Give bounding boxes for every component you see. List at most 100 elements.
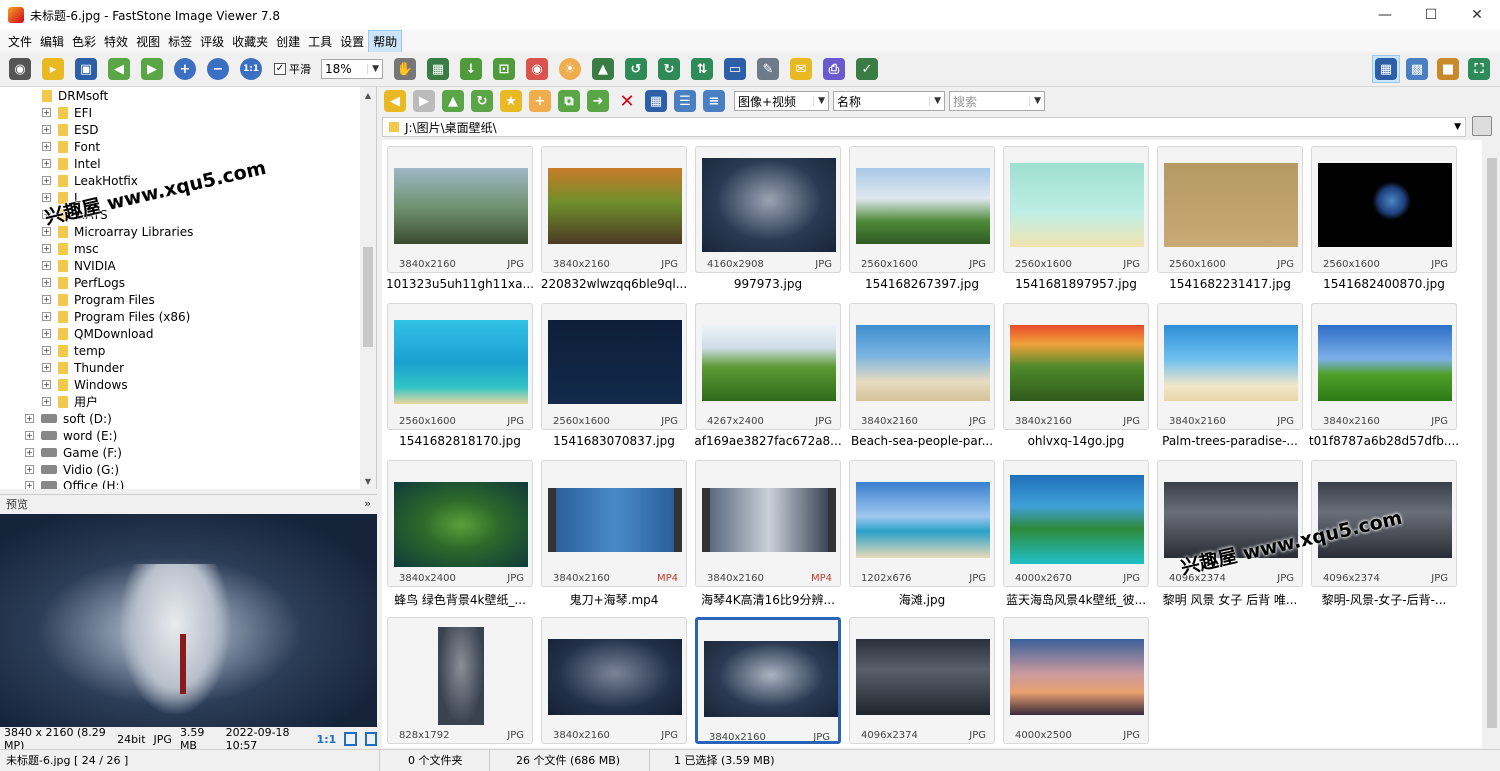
thumbnail-item[interactable]: 2560x1600 JPG 1541682231417.jpg [1157, 146, 1303, 291]
favorites-button[interactable]: ★ [498, 87, 524, 115]
thumbnail-card[interactable]: 3840x2160 JPG [1003, 303, 1149, 430]
print-button[interactable]: ⎙ [820, 55, 848, 83]
thumbnail-item[interactable]: 2560x1600 JPG 1541683070837.jpg [541, 303, 687, 448]
view-thumbs-button[interactable]: ▦ [643, 87, 669, 115]
thumbnail-item[interactable]: 3840x2160 JPG Palm-trees-paradise-... [1157, 303, 1303, 448]
thumbnail-card[interactable]: 828x1792 JPG [387, 617, 533, 744]
hand-tool-button[interactable]: ✋ [391, 55, 419, 83]
tree-drive[interactable]: + soft (D:) [25, 410, 112, 427]
tree-drive[interactable]: + Vidio (G:) [25, 461, 119, 478]
thumbnail-card[interactable]: 3840x2160 JPG [849, 303, 995, 430]
brightness-button[interactable]: ☀ [556, 55, 584, 83]
layout-preview-button[interactable]: ▩ [1403, 55, 1431, 83]
expand-icon[interactable]: + [42, 193, 51, 202]
expand-icon[interactable]: + [42, 329, 51, 338]
recycle-bin-icon[interactable] [1472, 116, 1492, 136]
expand-icon[interactable]: + [42, 244, 51, 253]
thumbnail-card[interactable]: 2560x1600 JPG [541, 303, 687, 430]
expand-icon[interactable]: + [25, 414, 34, 423]
forward-button[interactable]: ▶ [411, 87, 437, 115]
thumbnail-card[interactable]: 2560x1600 JPG [1157, 146, 1303, 273]
wallpaper-button[interactable]: ▭ [721, 55, 749, 83]
expand-icon[interactable]: + [25, 448, 34, 457]
expand-icon[interactable]: + [42, 142, 51, 151]
view-details-button[interactable]: ≡ [701, 87, 727, 115]
thumbnail-item[interactable]: 4096x2374 JPG [849, 617, 995, 748]
thumbnail-card[interactable]: 3840x2160 JPG [1311, 303, 1457, 430]
thumbnail-item[interactable]: 3840x2160 JPG [695, 617, 841, 748]
minimize-button[interactable]: — [1362, 0, 1408, 30]
expand-icon[interactable]: + [42, 346, 51, 355]
stamp-button[interactable]: ▲ [589, 55, 617, 83]
fullscreen-button[interactable]: ⛶ [1465, 55, 1493, 83]
next-button[interactable]: ▶ [138, 55, 166, 83]
thumbnail-item[interactable]: 3840x2160 JPG ohlvxq-14go.jpg [1003, 303, 1149, 448]
copy-to-button[interactable]: ⧉ [556, 87, 582, 115]
import-button[interactable]: ↓ [457, 55, 485, 83]
menu-rating[interactable]: 评级 [196, 31, 228, 52]
expand-icon[interactable]: + [42, 125, 51, 134]
thumbnail-item[interactable]: 3840x2160 MP4 海琴4K高清16比9分辨... [695, 460, 841, 607]
thumbnail-card[interactable]: 3840x2160 JPG [695, 617, 841, 744]
checklist-button[interactable]: ✓ [853, 55, 881, 83]
tree-item[interactable]: + Intel [42, 155, 101, 172]
expand-icon[interactable]: + [42, 312, 51, 321]
menu-color[interactable]: 色彩 [68, 31, 100, 52]
zoom-in-button[interactable]: + [171, 55, 199, 83]
actual-size-button[interactable]: 1:1 [237, 55, 265, 83]
thumbnail-item[interactable]: 2560x1600 JPG 154168267397.jpg [849, 146, 995, 291]
thumbnail-card[interactable]: 2560x1600 JPG [1003, 146, 1149, 273]
tree-item[interactable]: + temp [42, 342, 105, 359]
thumbnail-item[interactable]: 1202x676 JPG 海滩.jpg [849, 460, 995, 607]
tree-item[interactable]: + Windows [42, 376, 128, 393]
flip-button[interactable]: ⇅ [688, 55, 716, 83]
scroll-thumb[interactable] [1487, 158, 1497, 728]
fit-icon[interactable] [344, 732, 357, 746]
tree-drive[interactable]: + Office (H:) [25, 477, 124, 489]
thumbnail-card[interactable]: 3840x2400 JPG [387, 460, 533, 587]
menu-favorites[interactable]: 收藏夹 [228, 31, 272, 52]
thumbnail-item[interactable]: 3840x2160 JPG t01f8787a6b28d57dfb.... [1309, 303, 1459, 448]
thumbnail-item[interactable]: 2560x1600 JPG 1541681897957.jpg [1003, 146, 1149, 291]
fullscreen-preview-icon[interactable] [364, 732, 377, 746]
path-bar[interactable]: J:\图片\桌面壁纸\ ▼ [382, 117, 1466, 137]
open-folder-button[interactable]: ▸ [39, 55, 67, 83]
tree-item[interactable]: + QMDownload [42, 325, 153, 342]
sort-select[interactable]: 名称 ▼ [833, 91, 945, 111]
expand-icon[interactable]: + [25, 465, 34, 474]
thumbnail-item[interactable]: 2560x1600 JPG 1541682400870.jpg [1311, 146, 1457, 291]
expand-icon[interactable]: + [42, 176, 51, 185]
thumbnail-card[interactable]: 2560x1600 JPG [1311, 146, 1457, 273]
tree-item[interactable]: + PerfLogs [42, 274, 125, 291]
thumbnail-item[interactable]: 4267x2400 JPG af169ae3827fac672a8... [694, 303, 842, 448]
tree-item[interactable]: + EFI [42, 104, 92, 121]
tree-item[interactable]: + Thunder [42, 359, 124, 376]
thumbnail-item[interactable]: 4000x2500 JPG [1003, 617, 1149, 748]
back-button[interactable]: ◀ [382, 87, 408, 115]
camera-button[interactable]: ◉ [6, 55, 34, 83]
view-list-button[interactable]: ☰ [672, 87, 698, 115]
layout-single-button[interactable]: ■ [1434, 55, 1462, 83]
grid-scrollbar[interactable] [1484, 140, 1500, 748]
expand-icon[interactable]: + [42, 295, 51, 304]
refresh-button[interactable]: ↻ [469, 87, 495, 115]
menu-file[interactable]: 文件 [4, 31, 36, 52]
menu-edit[interactable]: 编辑 [36, 31, 68, 52]
thumbnail-card[interactable]: 1202x676 JPG [849, 460, 995, 587]
thumbnail-item[interactable]: 4000x2670 JPG 蓝天海岛风景4k壁纸_彼... [1003, 460, 1149, 607]
move-to-button[interactable]: ➜ [585, 87, 611, 115]
layout-browser-button[interactable]: ▦ [1372, 55, 1400, 83]
tree-item[interactable]: + Font [42, 138, 100, 155]
smooth-checkbox[interactable]: ✓ 平滑 [274, 61, 311, 77]
collapse-icon[interactable]: » [364, 497, 371, 510]
scroll-down-icon[interactable]: ▼ [360, 473, 376, 489]
menu-create[interactable]: 创建 [272, 31, 304, 52]
draw-button[interactable]: ✎ [754, 55, 782, 83]
thumbnail-card[interactable]: 3840x2160 JPG [1157, 303, 1303, 430]
save-button[interactable]: ▣ [72, 55, 100, 83]
tree-drive[interactable]: + Game (F:) [25, 444, 122, 461]
rotate-right-button[interactable]: ↻ [655, 55, 683, 83]
thumbnail-card[interactable]: 2560x1600 JPG [387, 303, 533, 430]
zoom-out-button[interactable]: − [204, 55, 232, 83]
scroll-up-icon[interactable]: ▲ [360, 87, 376, 103]
